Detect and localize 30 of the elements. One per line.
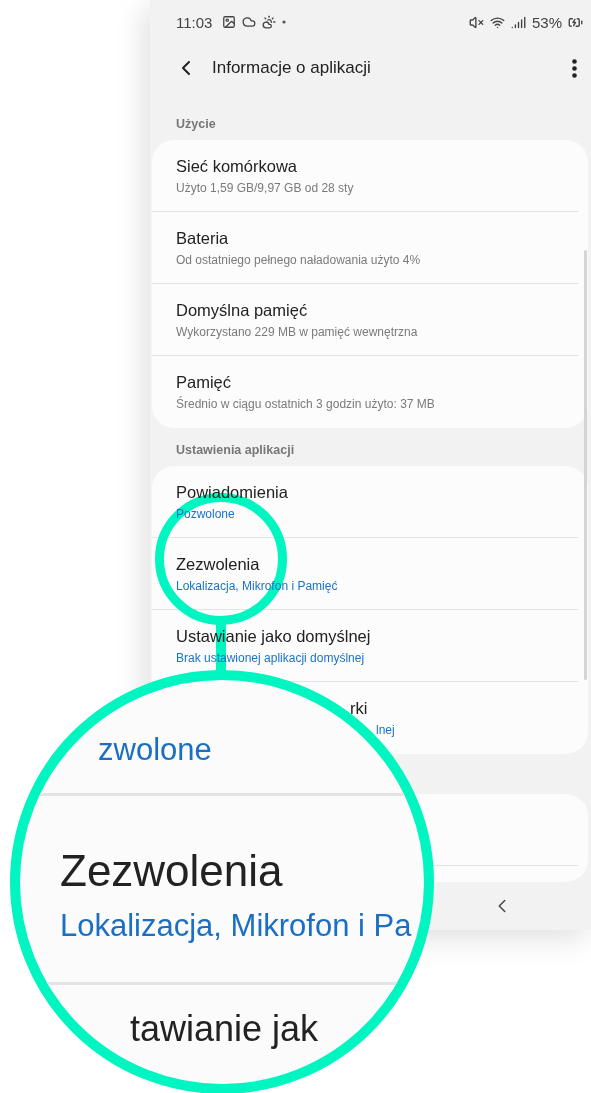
more-icon (572, 58, 577, 78)
row-title[interactable]: Sieć komórkowa (176, 156, 298, 176)
row-subtitle: Od ostatniego pełnego naładowania użyto 4% (176, 252, 421, 267)
row-subtitle: lnej (376, 723, 395, 737)
status-time: 11:03 (176, 13, 213, 31)
row-title[interactable]: Domyślna pamięć (176, 300, 308, 320)
row-title[interactable]: Powiadomienia (176, 482, 288, 502)
wifi-icon (489, 14, 505, 30)
screen-title: Informacje o aplikacji (212, 58, 372, 78)
magnified-subtitle: Lokalizacja, Mikrofon i Pa (60, 908, 412, 944)
row-title[interactable]: Zezwolenia (176, 554, 260, 574)
section-label: Użycie (175, 116, 217, 133)
signal-icon (510, 14, 526, 30)
battery-percent: 53% (531, 13, 562, 31)
more-button[interactable] (572, 58, 577, 78)
weather-icon (262, 15, 277, 29)
mute-icon (468, 14, 484, 30)
cloud-icon (242, 15, 257, 29)
dot-icon (282, 20, 287, 24)
row-title[interactable]: Bateria (176, 228, 229, 248)
row-title[interactable]: Pamięć (176, 373, 232, 392)
image-icon (222, 15, 237, 29)
magnified-subtitle: zwolone (98, 732, 212, 768)
magnified-title: Zezwolenia (60, 846, 283, 896)
row-subtitle: Użyto 1,59 GB/9,97 GB od 28 sty (176, 180, 354, 195)
row-subtitle: Wykorzystano 229 MB w pamięć wewnętrzna (176, 324, 418, 339)
row-subtitle: Średnio w ciągu ostatnich 3 godzin użyto: 37 MB (176, 397, 435, 411)
magnified-title: tawianie jak (130, 1008, 319, 1050)
section-label: Ustawienia aplikacji (175, 442, 296, 459)
row-title[interactable]: rki (350, 699, 368, 718)
